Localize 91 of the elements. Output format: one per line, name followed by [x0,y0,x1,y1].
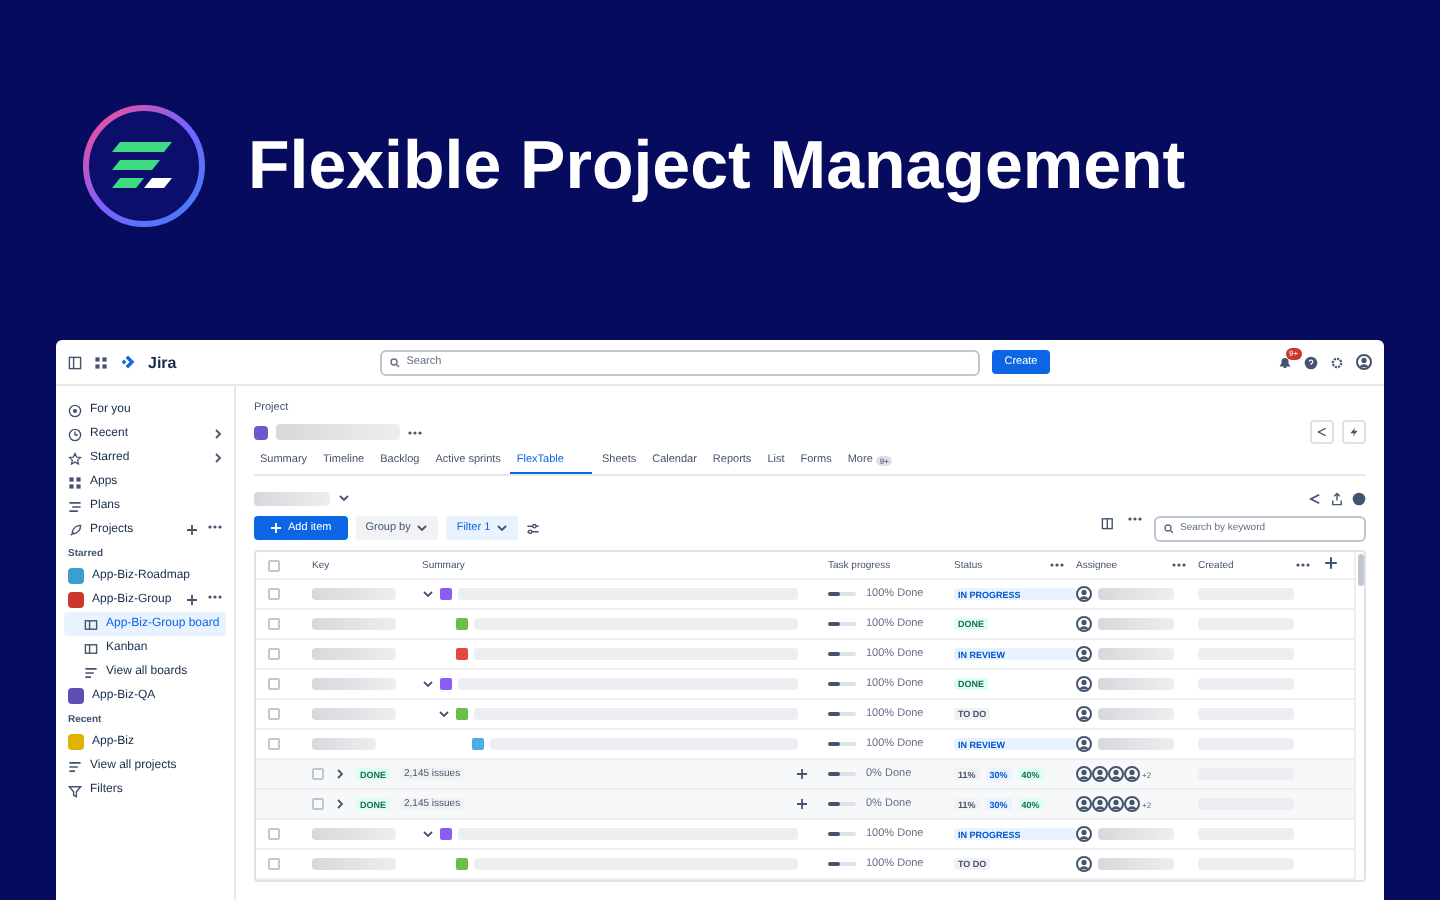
avatar-icon [1076,856,1092,872]
page-title: Flexible Project Management [248,127,1186,205]
share-icon [1316,426,1328,438]
bell-icon[interactable] [1278,355,1292,369]
blurred-text [254,491,330,505]
chevron-icon[interactable] [422,828,434,840]
blurred-text [312,828,396,840]
blurred-text [1098,828,1174,840]
avatar-icon [1076,646,1092,662]
nav-icon [68,783,82,797]
chevron-icon[interactable] [496,522,509,534]
row-checkbox[interactable] [268,648,280,660]
list-icon [68,759,82,773]
project-icon [254,425,268,439]
logo-icon[interactable] [120,354,136,370]
app-name: Jira [148,353,177,371]
plus-icon[interactable] [270,522,282,534]
sliders-icon[interactable] [526,521,541,535]
more-icon[interactable] [208,594,222,600]
search-icon [390,357,401,367]
row-checkbox[interactable] [268,588,280,600]
blurred-text [312,588,396,600]
export-icon[interactable] [1330,491,1344,505]
nav-icon [68,523,82,537]
add-icon[interactable] [186,594,198,606]
blurred-text [1098,738,1174,750]
chevron-icon[interactable] [422,588,434,600]
sidebar-toggle-icon[interactable] [68,355,82,369]
app-grid-icon[interactable] [94,355,108,369]
blurred-text [312,648,396,660]
row-checkbox[interactable] [268,858,280,870]
more-icon[interactable] [1172,562,1186,568]
row-checkbox[interactable] [268,678,280,690]
scrollbar-thumb[interactable] [1357,554,1363,586]
add-column-icon[interactable] [1324,556,1338,570]
group-checkbox[interactable] [312,798,324,810]
nav-icon [68,427,82,441]
more-icon[interactable] [208,524,222,530]
share-icon[interactable] [1308,491,1322,505]
add-icon[interactable] [186,524,198,536]
blurred-text [1098,648,1174,660]
select-all-checkbox[interactable] [268,559,280,571]
more-icon[interactable] [1050,562,1064,568]
blurred-text [276,424,400,440]
avatar-icon [1076,586,1092,602]
group-checkbox[interactable] [312,768,324,780]
more-icon[interactable] [408,429,422,435]
row-checkbox[interactable] [268,618,280,630]
blurred-text [1098,588,1174,600]
lightning-icon [1348,426,1360,438]
automation-button[interactable] [1342,420,1366,444]
avatar-icon [1356,354,1372,370]
blurred-text [1098,708,1174,720]
chevron-icon[interactable] [422,678,434,690]
avatar-icon [1076,826,1092,842]
chevron-icon[interactable] [334,768,346,780]
share-button[interactable] [1310,420,1334,444]
chevron-icon[interactable] [338,492,350,504]
chevron-icon[interactable] [334,798,346,810]
search-icon [1164,523,1174,533]
add-icon[interactable] [796,798,808,810]
blurred-text [1098,858,1174,870]
blurred-text [312,858,396,870]
blurred-text [312,708,396,720]
nav-icon [68,499,82,513]
nav-icon [68,475,82,489]
avatar-icon [1076,676,1092,692]
blurred-text [1098,618,1174,630]
logo-icon [80,102,208,230]
board-icon [84,617,98,631]
chevron-icon[interactable] [438,708,450,720]
settings-icon[interactable] [1330,355,1344,369]
more-icon[interactable] [1296,562,1310,568]
add-icon[interactable] [796,768,808,780]
more-icon[interactable] [1128,515,1142,521]
nav-icon [68,451,82,465]
row-checkbox[interactable] [268,708,280,720]
chevron-icon[interactable] [416,522,429,534]
blurred-text [312,678,396,690]
avatar-icon [1076,616,1092,632]
avatar-icon [1076,736,1092,752]
list-icon [84,665,98,679]
nav-icon [68,403,82,417]
blurred-text [312,618,396,630]
columns-icon[interactable] [1100,515,1116,529]
avatar-icon [1076,706,1092,722]
board-icon [84,641,98,655]
blurred-text [1098,678,1174,690]
row-checkbox[interactable] [268,738,280,750]
blurred-text [312,738,376,750]
row-checkbox[interactable] [268,828,280,840]
